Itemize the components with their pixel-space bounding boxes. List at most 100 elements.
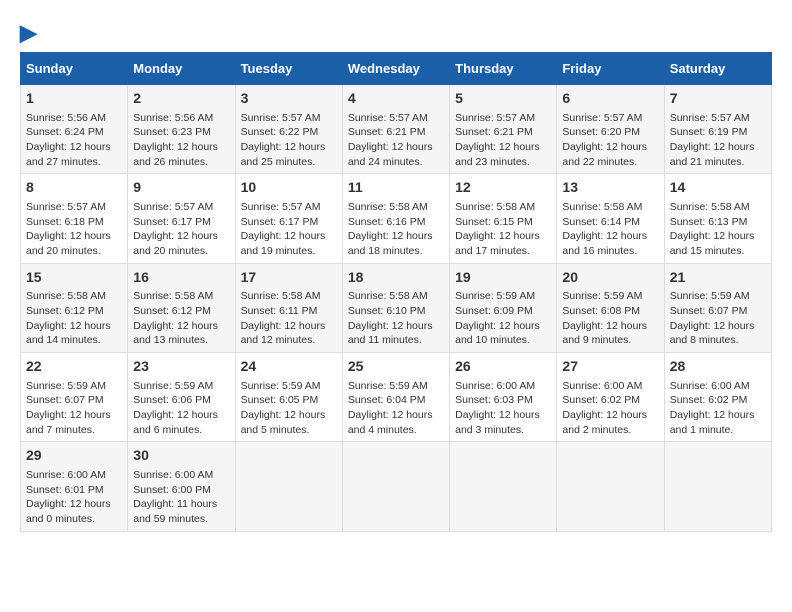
day-info: Sunrise: 5:57 AM Sunset: 6:22 PM Dayligh…: [241, 111, 337, 170]
calendar-cell: 4Sunrise: 5:57 AM Sunset: 6:21 PM Daylig…: [342, 85, 449, 174]
day-number: 15: [26, 268, 122, 288]
day-number: 21: [670, 268, 766, 288]
day-info: Sunrise: 5:58 AM Sunset: 6:10 PM Dayligh…: [348, 289, 444, 348]
day-number: 10: [241, 178, 337, 198]
calendar-cell: [664, 442, 771, 531]
day-info: Sunrise: 5:59 AM Sunset: 6:04 PM Dayligh…: [348, 379, 444, 438]
calendar-cell: 1Sunrise: 5:56 AM Sunset: 6:24 PM Daylig…: [21, 85, 128, 174]
day-number: 18: [348, 268, 444, 288]
calendar-cell: 7Sunrise: 5:57 AM Sunset: 6:19 PM Daylig…: [664, 85, 771, 174]
col-tuesday: Tuesday: [235, 53, 342, 85]
day-number: 25: [348, 357, 444, 377]
day-info: Sunrise: 5:58 AM Sunset: 6:15 PM Dayligh…: [455, 200, 551, 259]
day-number: 12: [455, 178, 551, 198]
col-monday: Monday: [128, 53, 235, 85]
day-info: Sunrise: 5:58 AM Sunset: 6:11 PM Dayligh…: [241, 289, 337, 348]
day-number: 22: [26, 357, 122, 377]
day-info: Sunrise: 5:56 AM Sunset: 6:24 PM Dayligh…: [26, 111, 122, 170]
calendar-cell: [450, 442, 557, 531]
day-number: 20: [562, 268, 658, 288]
day-number: 24: [241, 357, 337, 377]
day-number: 3: [241, 89, 337, 109]
calendar-cell: [557, 442, 664, 531]
week-row-2: 15Sunrise: 5:58 AM Sunset: 6:12 PM Dayli…: [21, 263, 772, 352]
calendar-cell: 15Sunrise: 5:58 AM Sunset: 6:12 PM Dayli…: [21, 263, 128, 352]
day-info: Sunrise: 5:59 AM Sunset: 6:06 PM Dayligh…: [133, 379, 229, 438]
day-number: 5: [455, 89, 551, 109]
day-number: 28: [670, 357, 766, 377]
week-row-3: 22Sunrise: 5:59 AM Sunset: 6:07 PM Dayli…: [21, 353, 772, 442]
calendar-cell: 9Sunrise: 5:57 AM Sunset: 6:17 PM Daylig…: [128, 174, 235, 263]
calendar-cell: 6Sunrise: 5:57 AM Sunset: 6:20 PM Daylig…: [557, 85, 664, 174]
calendar-cell: 29Sunrise: 6:00 AM Sunset: 6:01 PM Dayli…: [21, 442, 128, 531]
calendar-cell: 10Sunrise: 5:57 AM Sunset: 6:17 PM Dayli…: [235, 174, 342, 263]
day-number: 11: [348, 178, 444, 198]
col-saturday: Saturday: [664, 53, 771, 85]
day-info: Sunrise: 6:00 AM Sunset: 6:03 PM Dayligh…: [455, 379, 551, 438]
calendar-cell: 27Sunrise: 6:00 AM Sunset: 6:02 PM Dayli…: [557, 353, 664, 442]
day-info: Sunrise: 5:57 AM Sunset: 6:20 PM Dayligh…: [562, 111, 658, 170]
day-info: Sunrise: 5:57 AM Sunset: 6:21 PM Dayligh…: [348, 111, 444, 170]
day-info: Sunrise: 5:59 AM Sunset: 6:07 PM Dayligh…: [26, 379, 122, 438]
week-row-4: 29Sunrise: 6:00 AM Sunset: 6:01 PM Dayli…: [21, 442, 772, 531]
calendar-table: SundayMondayTuesdayWednesdayThursdayFrid…: [20, 52, 772, 532]
day-number: 6: [562, 89, 658, 109]
day-info: Sunrise: 5:57 AM Sunset: 6:18 PM Dayligh…: [26, 200, 122, 259]
day-number: 19: [455, 268, 551, 288]
week-row-1: 8Sunrise: 5:57 AM Sunset: 6:18 PM Daylig…: [21, 174, 772, 263]
calendar-cell: [235, 442, 342, 531]
calendar-cell: 26Sunrise: 6:00 AM Sunset: 6:03 PM Dayli…: [450, 353, 557, 442]
col-sunday: Sunday: [21, 53, 128, 85]
day-info: Sunrise: 6:00 AM Sunset: 6:02 PM Dayligh…: [562, 379, 658, 438]
day-number: 16: [133, 268, 229, 288]
calendar-cell: 17Sunrise: 5:58 AM Sunset: 6:11 PM Dayli…: [235, 263, 342, 352]
day-info: Sunrise: 5:58 AM Sunset: 6:16 PM Dayligh…: [348, 200, 444, 259]
day-info: Sunrise: 5:58 AM Sunset: 6:13 PM Dayligh…: [670, 200, 766, 259]
calendar-cell: 5Sunrise: 5:57 AM Sunset: 6:21 PM Daylig…: [450, 85, 557, 174]
week-row-0: 1Sunrise: 5:56 AM Sunset: 6:24 PM Daylig…: [21, 85, 772, 174]
logo: ▶: [20, 20, 37, 42]
day-number: 27: [562, 357, 658, 377]
calendar-cell: 8Sunrise: 5:57 AM Sunset: 6:18 PM Daylig…: [21, 174, 128, 263]
calendar-cell: [342, 442, 449, 531]
calendar-cell: 13Sunrise: 5:58 AM Sunset: 6:14 PM Dayli…: [557, 174, 664, 263]
day-info: Sunrise: 5:56 AM Sunset: 6:23 PM Dayligh…: [133, 111, 229, 170]
day-info: Sunrise: 6:00 AM Sunset: 6:01 PM Dayligh…: [26, 468, 122, 527]
day-number: 2: [133, 89, 229, 109]
calendar-cell: 28Sunrise: 6:00 AM Sunset: 6:02 PM Dayli…: [664, 353, 771, 442]
calendar-cell: 25Sunrise: 5:59 AM Sunset: 6:04 PM Dayli…: [342, 353, 449, 442]
day-number: 30: [133, 446, 229, 466]
day-info: Sunrise: 5:59 AM Sunset: 6:05 PM Dayligh…: [241, 379, 337, 438]
day-number: 13: [562, 178, 658, 198]
calendar-cell: 11Sunrise: 5:58 AM Sunset: 6:16 PM Dayli…: [342, 174, 449, 263]
header-row: SundayMondayTuesdayWednesdayThursdayFrid…: [21, 53, 772, 85]
day-number: 8: [26, 178, 122, 198]
calendar-cell: 19Sunrise: 5:59 AM Sunset: 6:09 PM Dayli…: [450, 263, 557, 352]
day-info: Sunrise: 5:59 AM Sunset: 6:08 PM Dayligh…: [562, 289, 658, 348]
calendar-cell: 16Sunrise: 5:58 AM Sunset: 6:12 PM Dayli…: [128, 263, 235, 352]
day-info: Sunrise: 5:58 AM Sunset: 6:14 PM Dayligh…: [562, 200, 658, 259]
page-header: ▶: [20, 20, 772, 42]
day-info: Sunrise: 5:58 AM Sunset: 6:12 PM Dayligh…: [133, 289, 229, 348]
day-number: 7: [670, 89, 766, 109]
calendar-cell: 23Sunrise: 5:59 AM Sunset: 6:06 PM Dayli…: [128, 353, 235, 442]
calendar-cell: 2Sunrise: 5:56 AM Sunset: 6:23 PM Daylig…: [128, 85, 235, 174]
calendar-cell: 12Sunrise: 5:58 AM Sunset: 6:15 PM Dayli…: [450, 174, 557, 263]
day-info: Sunrise: 5:59 AM Sunset: 6:09 PM Dayligh…: [455, 289, 551, 348]
day-info: Sunrise: 6:00 AM Sunset: 6:02 PM Dayligh…: [670, 379, 766, 438]
calendar-cell: 21Sunrise: 5:59 AM Sunset: 6:07 PM Dayli…: [664, 263, 771, 352]
day-info: Sunrise: 5:58 AM Sunset: 6:12 PM Dayligh…: [26, 289, 122, 348]
logo-text: ▶: [20, 20, 37, 46]
calendar-cell: 30Sunrise: 6:00 AM Sunset: 6:00 PM Dayli…: [128, 442, 235, 531]
calendar-cell: 24Sunrise: 5:59 AM Sunset: 6:05 PM Dayli…: [235, 353, 342, 442]
day-number: 29: [26, 446, 122, 466]
day-info: Sunrise: 5:57 AM Sunset: 6:17 PM Dayligh…: [241, 200, 337, 259]
day-number: 14: [670, 178, 766, 198]
day-number: 23: [133, 357, 229, 377]
calendar-cell: 20Sunrise: 5:59 AM Sunset: 6:08 PM Dayli…: [557, 263, 664, 352]
day-info: Sunrise: 5:59 AM Sunset: 6:07 PM Dayligh…: [670, 289, 766, 348]
day-info: Sunrise: 5:57 AM Sunset: 6:21 PM Dayligh…: [455, 111, 551, 170]
day-info: Sunrise: 5:57 AM Sunset: 6:19 PM Dayligh…: [670, 111, 766, 170]
calendar-cell: 14Sunrise: 5:58 AM Sunset: 6:13 PM Dayli…: [664, 174, 771, 263]
col-friday: Friday: [557, 53, 664, 85]
